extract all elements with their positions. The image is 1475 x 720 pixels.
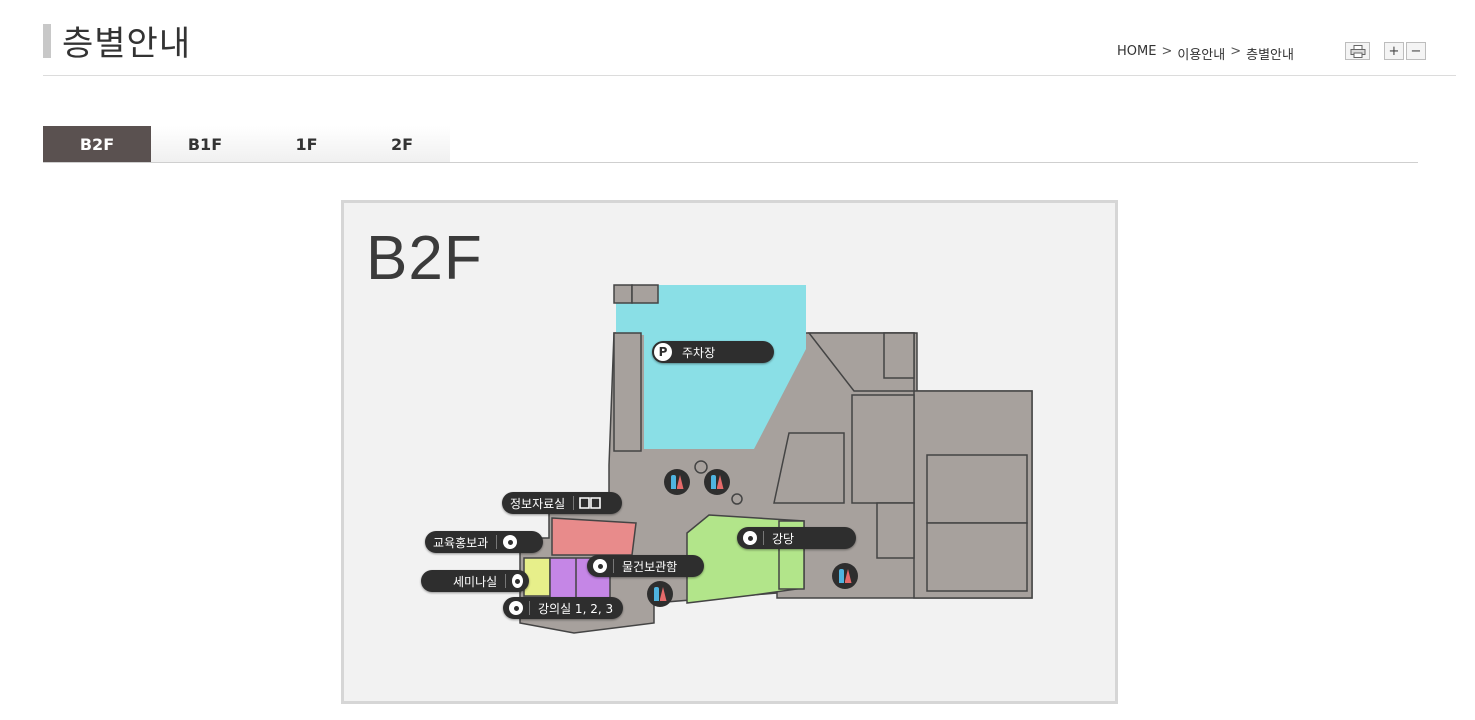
tabs-divider xyxy=(43,162,1418,163)
restroom-icon[interactable] xyxy=(647,581,673,607)
restroom-icon[interactable] xyxy=(704,469,730,495)
building-block xyxy=(876,502,915,559)
zoom-in-button[interactable]: + xyxy=(1384,42,1404,60)
header-divider xyxy=(43,75,1456,76)
printer-icon xyxy=(1350,44,1365,58)
floor-tabs: B2F B1F 1F 2F xyxy=(43,126,450,162)
info-room-label[interactable]: 정보자료실 xyxy=(502,492,622,514)
location-dot-icon xyxy=(511,574,523,588)
lecture-label[interactable]: 강의실 1, 2, 3 xyxy=(503,597,623,619)
auditorium-label[interactable]: 강당 xyxy=(737,527,856,549)
water-hall-text: 물건보관함 xyxy=(622,559,678,574)
building-block xyxy=(631,284,659,304)
print-button[interactable] xyxy=(1345,42,1370,60)
floor-map: B2F P 주차장 정보자료실 교육홍보과 세미나실 물건보관함 강의실 1, … xyxy=(341,200,1118,704)
building-block xyxy=(613,332,642,452)
building-block xyxy=(851,394,915,504)
building-block xyxy=(926,454,1028,524)
location-dot-icon xyxy=(593,559,607,573)
seminar-text: 세미나실 xyxy=(453,574,498,589)
breadcrumb: HOME > 이용안내 > 층별안내 xyxy=(1117,44,1294,63)
location-dot-icon xyxy=(509,601,523,615)
education-label[interactable]: 교육홍보과 xyxy=(425,531,543,553)
info-room-text: 정보자료실 xyxy=(510,496,566,511)
title-accent-bar xyxy=(43,24,51,58)
auditorium-text: 강당 xyxy=(772,531,795,546)
education-text: 교육홍보과 xyxy=(433,535,489,550)
parking-text: 주차장 xyxy=(682,345,716,360)
tab-2f[interactable]: 2F xyxy=(354,126,450,162)
lecture-text: 강의실 1, 2, 3 xyxy=(538,601,614,616)
breadcrumb-usage[interactable]: 이용안내 xyxy=(1177,44,1225,63)
breadcrumb-separator: > xyxy=(1161,44,1173,59)
tab-b1f[interactable]: B1F xyxy=(151,126,259,162)
floorplan-drawing xyxy=(519,284,1033,634)
restroom-icon[interactable] xyxy=(664,469,690,495)
location-dot-icon xyxy=(743,531,757,545)
tab-b2f[interactable]: B2F xyxy=(43,126,151,162)
zoom-out-button[interactable]: − xyxy=(1406,42,1426,60)
page-title: 층별안내 xyxy=(62,24,192,64)
building-block xyxy=(883,332,915,379)
breadcrumb-current: 층별안내 xyxy=(1246,48,1294,63)
breadcrumb-home[interactable]: HOME xyxy=(1117,44,1156,63)
location-dot-icon xyxy=(503,535,518,549)
water-hall-label[interactable]: 물건보관함 xyxy=(587,555,704,577)
seminar-label[interactable]: 세미나실 xyxy=(421,570,529,592)
book-icon xyxy=(579,497,602,509)
tab-1f[interactable]: 1F xyxy=(259,126,354,162)
breadcrumb-separator: > xyxy=(1230,44,1242,59)
building-block xyxy=(926,522,1028,592)
building-block xyxy=(613,284,633,304)
restroom-icon[interactable] xyxy=(832,563,858,589)
parking-icon: P xyxy=(654,343,672,361)
info-room-area xyxy=(551,517,637,556)
parking-label[interactable]: P 주차장 xyxy=(652,341,774,363)
